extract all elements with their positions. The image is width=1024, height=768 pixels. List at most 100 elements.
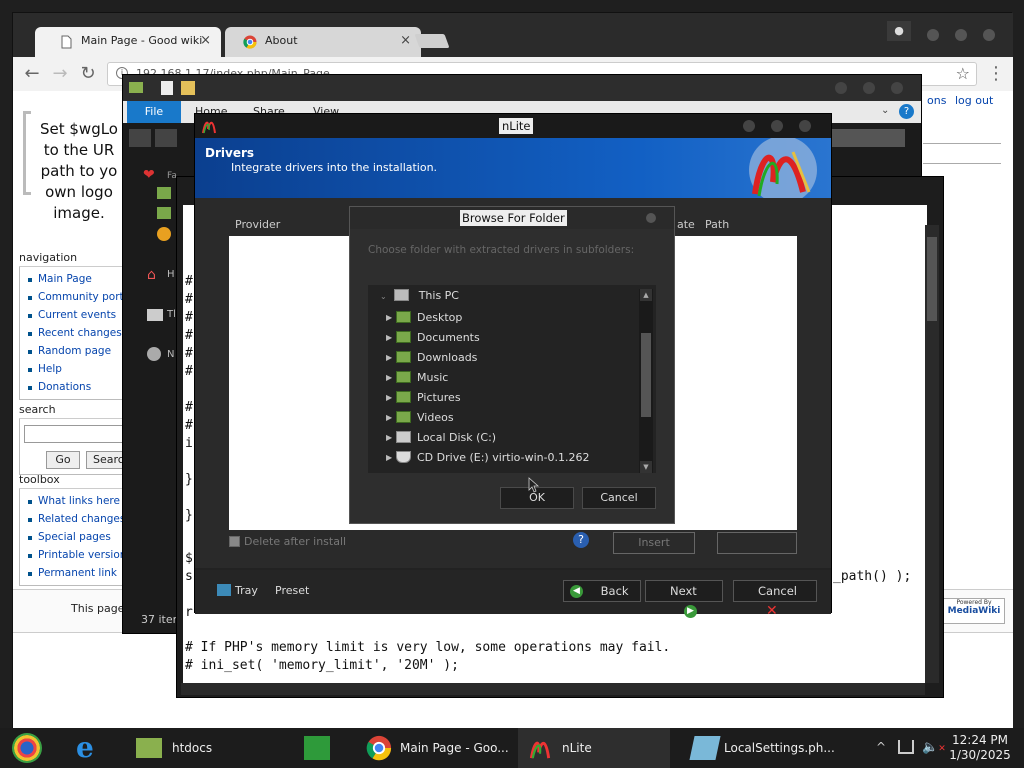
preset-button[interactable]: Preset — [275, 584, 309, 597]
tool-printable-version[interactable]: Printable version — [26, 546, 128, 564]
vertical-scrollbar[interactable]: ▲ ▼ — [639, 289, 653, 473]
cancel-button[interactable]: Cancel — [582, 487, 656, 509]
chevron-right-icon[interactable]: ▶ — [386, 349, 392, 367]
chevron-right-icon[interactable]: ▶ — [386, 329, 392, 347]
nav-community-portal[interactable]: Community portal — [26, 288, 128, 306]
nav-random-page[interactable]: Random page — [26, 342, 128, 360]
folder-tree[interactable]: ⌄ This PC ▶ Desktop ▶ Documents ▶ Downloads… — [368, 285, 656, 473]
taskbar-item-htdocs[interactable]: htdocs — [128, 728, 294, 768]
tool-special-pages[interactable]: Special pages — [26, 528, 128, 546]
close-window-button[interactable] — [891, 82, 903, 94]
tree-item-videos[interactable]: ▶ Videos — [386, 409, 454, 427]
clock[interactable]: 12:24 PM 1/30/2025 — [946, 733, 1014, 763]
chevron-right-icon[interactable]: ▶ — [386, 309, 392, 327]
taskbar-item-chrome[interactable]: Main Page - Goo... — [356, 728, 512, 768]
forward-icon[interactable]: → — [49, 63, 71, 85]
tab-main-page[interactable]: Main Page - Good wiki × — [35, 27, 221, 57]
network-label[interactable]: N — [167, 349, 174, 360]
delete-after-install-checkbox[interactable] — [229, 536, 240, 547]
chevron-down-icon[interactable]: ⌄ — [881, 105, 889, 116]
tool-what-links-here[interactable]: What links here — [26, 492, 128, 510]
tab-about[interactable]: About × — [225, 27, 421, 57]
tree-item-documents[interactable]: ▶ Documents — [386, 329, 480, 347]
new-tab-button[interactable] — [414, 34, 450, 48]
tool-related-changes[interactable]: Related changes — [26, 510, 128, 528]
chevron-down-icon[interactable]: ⌄ — [380, 292, 387, 301]
logout-link[interactable]: log out — [955, 94, 993, 107]
tree-item-pictures[interactable]: ▶ Pictures — [386, 389, 461, 407]
search-input[interactable] — [829, 129, 905, 147]
nav-recent-changes[interactable]: Recent changes — [26, 324, 128, 342]
maximize-button[interactable] — [771, 120, 783, 132]
help-icon[interactable]: ? — [899, 104, 914, 119]
store-button[interactable] — [300, 728, 350, 768]
nav-current-events[interactable]: Current events — [26, 306, 128, 324]
tree-item-downloads[interactable]: ▶ Downloads — [386, 349, 477, 367]
tool-permanent-link[interactable]: Permanent link — [26, 564, 128, 582]
chevron-right-icon[interactable]: ▶ — [386, 389, 392, 407]
nav-main-page[interactable]: Main Page — [26, 270, 128, 288]
tree-item-this-pc[interactable]: ⌄ This PC — [380, 287, 459, 305]
close-icon[interactable]: × — [400, 33, 411, 48]
tray-overflow-icon[interactable]: ^ — [876, 740, 886, 754]
close-icon[interactable]: × — [200, 33, 211, 48]
go-button[interactable]: Go — [46, 451, 80, 469]
dialog-title: Browse For Folder — [460, 210, 567, 226]
horizontal-scrollbar[interactable] — [181, 683, 925, 695]
star-icon[interactable]: ☆ — [956, 64, 970, 83]
maximize-button[interactable] — [863, 82, 875, 94]
person-icon[interactable]: ● — [887, 21, 911, 41]
chevron-right-icon[interactable]: ▶ — [386, 409, 392, 427]
mediawiki-badge[interactable]: Powered By MediaWiki — [943, 598, 1005, 624]
reload-icon[interactable]: ↻ — [77, 63, 99, 85]
tree-item-desktop[interactable]: ▶ Desktop — [386, 309, 462, 327]
nlite-logo-icon — [202, 121, 216, 134]
internet-explorer-button[interactable]: e — [64, 728, 120, 768]
scroll-up-icon[interactable]: ▲ — [640, 289, 652, 301]
back-button[interactable] — [129, 129, 151, 147]
properties-icon[interactable] — [161, 81, 173, 95]
vertical-scrollbar[interactable] — [925, 225, 939, 683]
new-folder-icon[interactable] — [181, 81, 195, 95]
ribbon-tab-file[interactable]: File — [127, 101, 181, 123]
taskbar-item-nlite[interactable]: nLite — [518, 728, 670, 768]
column-path[interactable]: Path — [705, 218, 729, 231]
search-input[interactable] — [24, 425, 126, 443]
network-icon[interactable] — [898, 740, 914, 754]
column-date[interactable]: ate — [677, 218, 695, 231]
scroll-thumb[interactable] — [641, 333, 651, 417]
tree-item-music[interactable]: ▶ Music — [386, 369, 448, 387]
tray-button[interactable]: Tray — [235, 584, 258, 597]
chevron-right-icon[interactable]: ▶ — [386, 369, 392, 387]
back-icon[interactable]: ← — [21, 63, 43, 85]
header-link-partial[interactable]: ons — [927, 94, 946, 107]
homegroup-label[interactable]: H — [167, 269, 175, 280]
insert-button[interactable]: Insert — [613, 532, 695, 554]
forward-button[interactable] — [155, 129, 177, 147]
volume-muted-icon[interactable]: 🔈✕ — [922, 740, 946, 755]
menu-icon[interactable]: ⋮ — [985, 63, 1007, 85]
close-window-button[interactable] — [983, 29, 995, 41]
nav-donations[interactable]: Donations — [26, 378, 128, 396]
nav-help[interactable]: Help — [26, 360, 128, 378]
close-window-button[interactable] — [799, 120, 811, 132]
maximize-button[interactable] — [955, 29, 967, 41]
this-pc-label[interactable]: Tl — [167, 309, 176, 320]
minimize-button[interactable] — [835, 82, 847, 94]
tree-item-local-disk[interactable]: ▶ Local Disk (C:) — [386, 429, 496, 447]
next-button[interactable]: Next ▶ — [645, 580, 723, 618]
scroll-thumb[interactable] — [927, 237, 937, 321]
cancel-button[interactable]: Cancel ✕ — [733, 580, 817, 619]
minimize-button[interactable] — [927, 29, 939, 41]
column-provider[interactable]: Provider — [235, 218, 280, 231]
taskbar-item-localsettings[interactable]: LocalSettings.ph... — [680, 728, 836, 768]
close-window-button[interactable] — [646, 213, 656, 223]
back-button[interactable]: ◀ Back — [563, 580, 641, 602]
tree-item-cd-drive[interactable]: ▶ CD Drive (E:) virtio-win-0.1.262 — [386, 449, 590, 467]
start-button[interactable] — [0, 728, 56, 768]
help-icon[interactable]: ? — [573, 532, 589, 548]
chevron-right-icon[interactable]: ▶ — [386, 449, 392, 467]
chevron-right-icon[interactable]: ▶ — [386, 429, 392, 447]
scroll-down-icon[interactable]: ▼ — [640, 461, 652, 473]
minimize-button[interactable] — [743, 120, 755, 132]
